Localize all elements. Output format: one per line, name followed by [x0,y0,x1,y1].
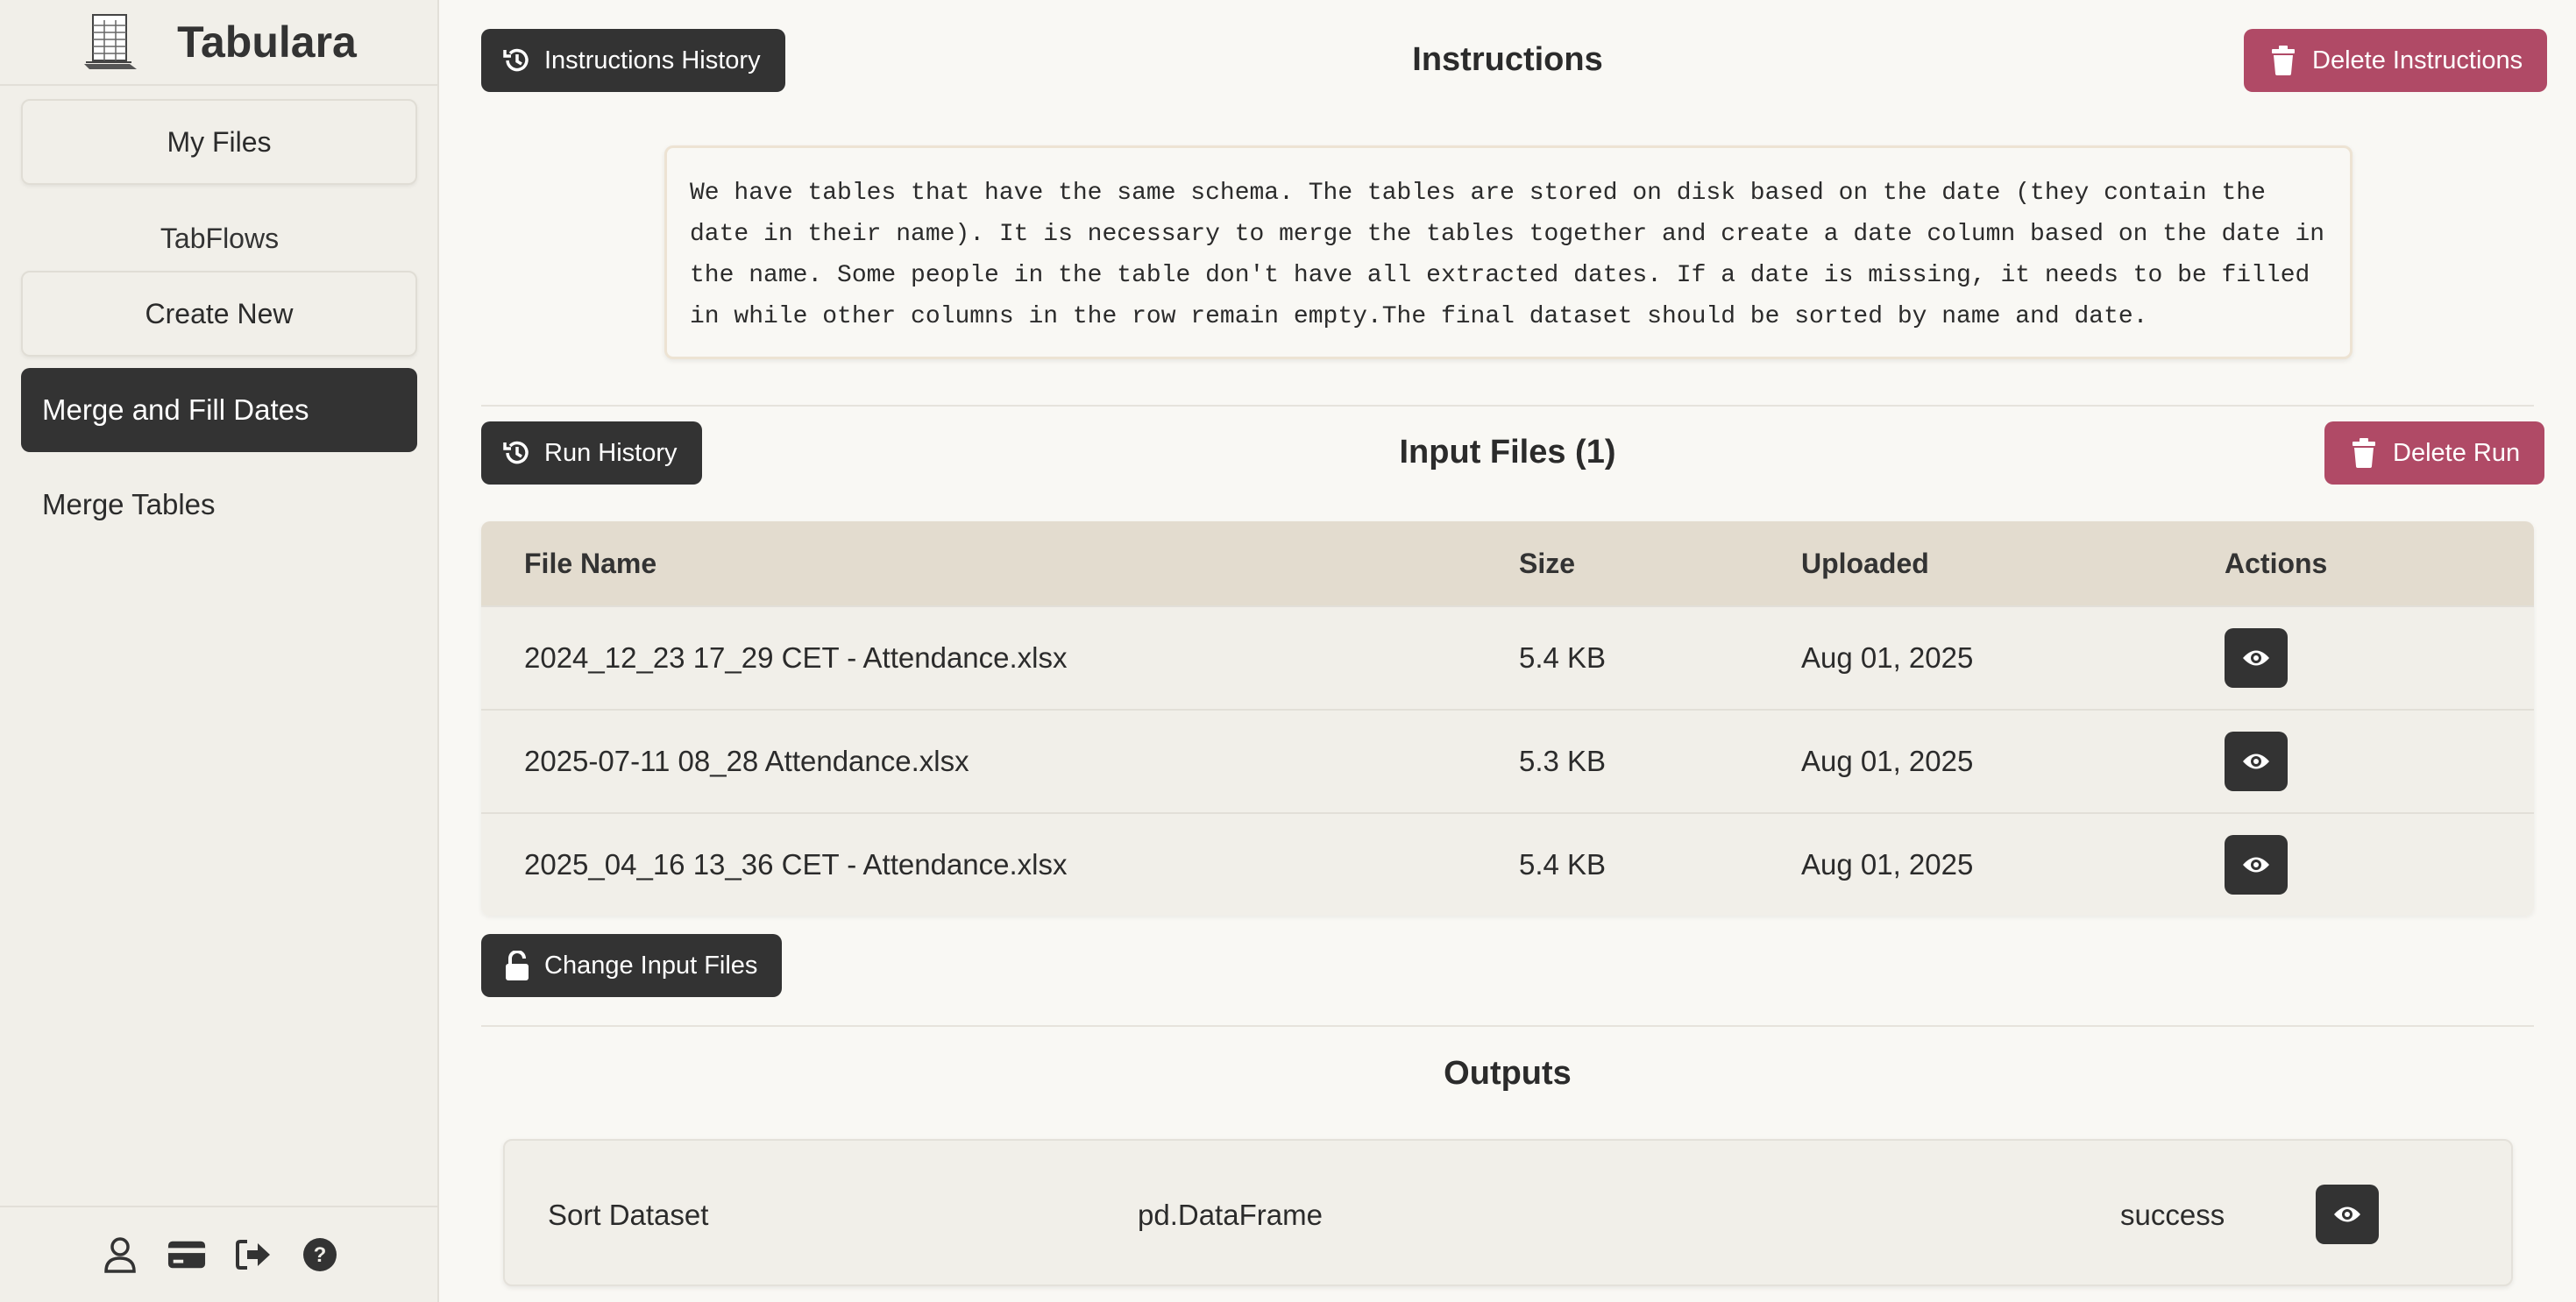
run-history-label: Run History [544,438,678,467]
help-icon[interactable]: ? [301,1235,339,1274]
spreadsheet-logo-icon [84,14,138,69]
divider [481,405,2534,407]
eye-icon [2334,1206,2360,1222]
sidebar: Tabulara My Files TabFlows Create New Me… [0,0,439,1302]
svg-text:?: ? [313,1243,326,1267]
file-size-cell: 5.3 KB [1519,745,1607,777]
my-files-button[interactable]: My Files [21,99,417,185]
actions-cell [2225,732,2534,791]
delete-run-button[interactable]: Delete Run [2324,421,2545,485]
credit-card-icon[interactable] [167,1235,206,1274]
change-input-files-label: Change Input Files [544,951,758,980]
tabflows-label: TabFlows [160,223,280,254]
history-icon [502,46,532,75]
table-row: 2025_04_16 13_36 CET - Attendance.xlsx 5… [481,812,2534,916]
actions-cell [2225,835,2534,895]
table-row: 2025-07-11 08_28 Attendance.xlsx 5.3 KB … [481,709,2534,812]
instructions-title: Instructions [1412,41,1603,78]
column-header-file-name[interactable]: File Name [481,548,1519,580]
actions-cell [2225,628,2534,688]
file-name-cell: 2025-07-11 08_28 Attendance.xlsx [524,745,969,777]
file-size-cell: 5.4 KB [1519,848,1607,881]
input-files-title: Input Files (1) [1399,434,1616,471]
eye-icon [2243,857,2269,873]
output-name: Sort Dataset [548,1199,709,1231]
sidebar-footer: ? [0,1206,439,1302]
instructions-line: the name. Some people in the table don't… [690,262,2310,289]
sidebar-item-merge-tables[interactable]: Merge Tables [21,463,417,547]
run-history-button[interactable]: Run History [481,421,702,485]
logout-icon[interactable] [234,1235,273,1274]
trash-icon [2268,46,2298,75]
delete-run-label: Delete Run [2393,438,2521,467]
input-files-table: File Name Size Uploaded Actions 2024_12_… [481,521,2534,916]
history-icon [502,438,532,468]
output-type: pd.DataFrame [1138,1199,1323,1231]
instructions-text[interactable]: We have tables that have the same schema… [664,145,2352,359]
outputs-title: Outputs [1444,1055,1572,1092]
delete-instructions-button[interactable]: Delete Instructions [2244,29,2548,92]
output-item: Sort Dataset pd.DataFrame success [503,1139,2513,1286]
column-header-actions: Actions [2225,547,2328,579]
eye-icon [2243,650,2269,666]
view-file-button[interactable] [2225,732,2288,791]
uploaded-date-cell: Aug 01, 2025 [1801,641,1974,674]
column-header-size[interactable]: Size [1519,548,1801,580]
unlock-icon [502,951,532,980]
table-header: File Name Size Uploaded Actions [481,521,2534,605]
instructions-line: in while other columns in the row remain… [690,303,2148,330]
create-new-button[interactable]: Create New [21,271,417,357]
instructions-line: We have tables that have the same schema… [690,180,2266,207]
file-size-cell: 5.4 KB [1519,641,1607,674]
change-input-files-button[interactable]: Change Input Files [481,934,783,997]
column-header-uploaded[interactable]: Uploaded [1801,548,2225,580]
divider [481,1025,2534,1027]
trash-icon [2349,438,2379,468]
delete-instructions-label: Delete Instructions [2312,46,2523,74]
brand[interactable]: Tabulara [0,0,437,86]
table-row: 2024_12_23 17_29 CET - Attendance.xlsx 5… [481,605,2534,709]
uploaded-date-cell: Aug 01, 2025 [1801,848,1974,881]
instructions-history-label: Instructions History [544,46,761,74]
view-file-button[interactable] [2225,835,2288,895]
eye-icon [2243,754,2269,769]
file-name-cell: 2025_04_16 13_36 CET - Attendance.xlsx [524,848,1068,881]
view-output-button[interactable] [2316,1185,2379,1244]
instructions-line: date in their name). It is necessary to … [690,221,2325,248]
output-status: success [2120,1199,2225,1231]
uploaded-date-cell: Aug 01, 2025 [1801,745,1974,777]
file-name-cell: 2024_12_23 17_29 CET - Attendance.xlsx [524,641,1068,674]
view-file-button[interactable] [2225,628,2288,688]
instructions-history-button[interactable]: Instructions History [481,29,785,92]
user-icon[interactable] [101,1235,139,1274]
sidebar-item-merge-and-fill-dates[interactable]: Merge and Fill Dates [21,368,417,452]
app-name: Tabulara [177,18,357,67]
